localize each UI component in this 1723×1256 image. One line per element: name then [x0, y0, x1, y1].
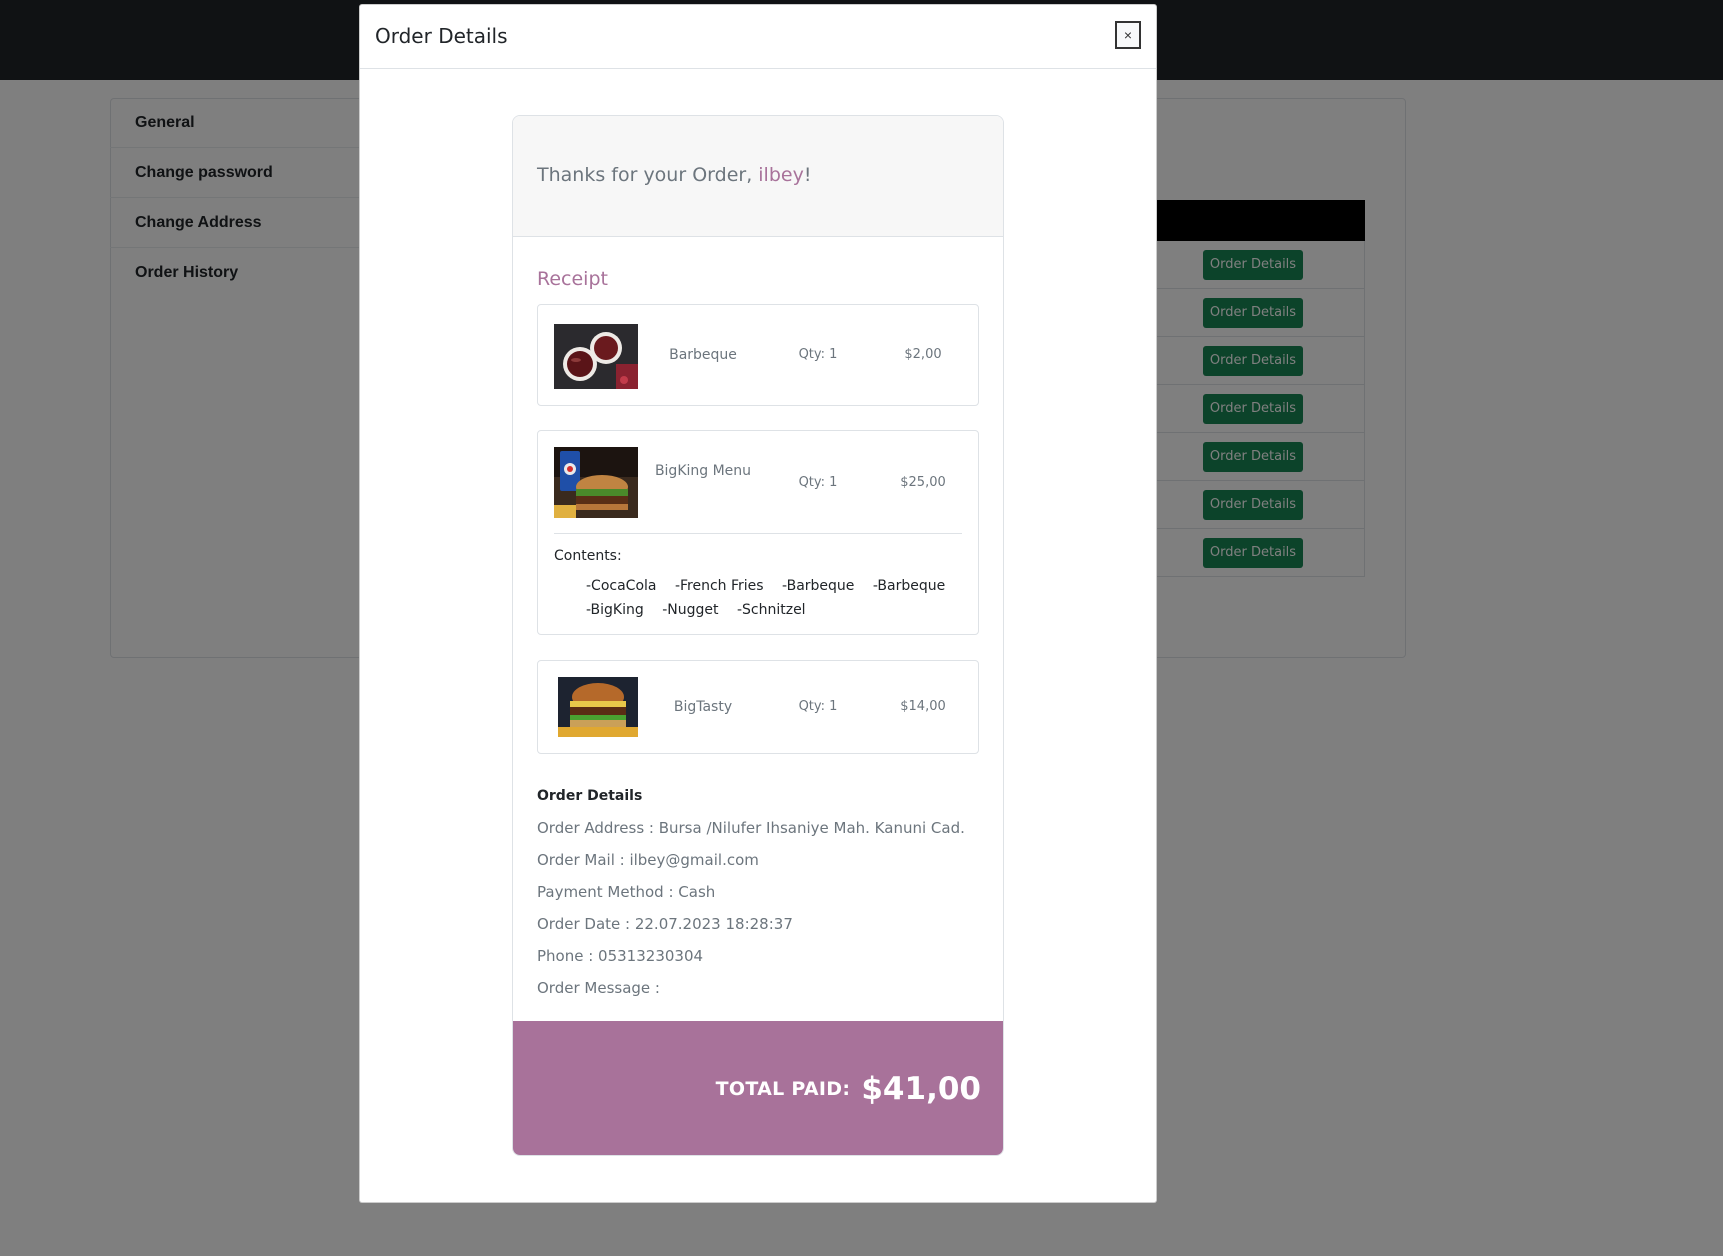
- thanks-message: Thanks for your Order, ilbey!: [537, 164, 812, 186]
- close-button[interactable]: ×: [1115, 21, 1141, 49]
- content-item: -Barbeque: [872, 578, 946, 594]
- total-bar: TOTAL PAID: $41,00: [513, 1021, 1003, 1155]
- receipt-header: Thanks for your Order, ilbey!: [513, 116, 1003, 237]
- item-quantity: Qty: 1: [798, 699, 838, 714]
- bigtasty-burger-image: [558, 677, 642, 737]
- item-name: Barbeque: [669, 347, 737, 363]
- modal-title: Order Details: [375, 24, 508, 48]
- item-name: BigKing Menu: [654, 463, 752, 479]
- receipt-item: Barbeque Qty: 1 $2,00: [537, 304, 979, 406]
- order-date: Order Date : 22.07.2023 18:28:37: [537, 915, 793, 933]
- receipt-item: BigTasty Qty: 1 $14,00: [537, 660, 979, 754]
- total-paid: TOTAL PAID: $41,00: [716, 1071, 981, 1107]
- item-price: $25,00: [900, 475, 946, 490]
- barbeque-sauce-image: [554, 324, 638, 389]
- item-price: $2,00: [904, 347, 942, 362]
- modal-header: Order Details ×: [360, 5, 1156, 69]
- payment-method: Payment Method : Cash: [537, 883, 716, 901]
- item-price: $14,00: [900, 699, 946, 714]
- content-item: -Barbeque: [782, 578, 855, 594]
- receipt-card: Thanks for your Order, ilbey! Receipt Ba…: [512, 115, 1004, 1156]
- order-details-modal: Order Details × Thanks for your Order, i…: [359, 4, 1157, 1203]
- content-item: -CocaCola: [586, 578, 657, 594]
- order-details-heading: Order Details: [537, 788, 643, 804]
- order-details-section: Order Details Order Address : Bursa /Nil…: [537, 788, 977, 1012]
- bigking-menu-image: [554, 447, 638, 518]
- content-item: -BigKing: [586, 602, 644, 618]
- receipt-title: Receipt: [537, 268, 608, 290]
- item-name: BigTasty: [673, 699, 733, 715]
- order-mail: Order Mail : ilbey@gmail.com: [537, 851, 759, 869]
- contents-label: Contents:: [554, 548, 622, 564]
- item-divider: [554, 533, 962, 534]
- user-name: ilbey: [758, 164, 804, 186]
- item-quantity: Qty: 1: [798, 475, 838, 490]
- total-label: TOTAL PAID:: [715, 1078, 851, 1100]
- order-phone: Phone : 05313230304: [537, 947, 704, 965]
- receipt-item: BigKing Menu Qty: 1 $25,00 Contents: -Co…: [537, 430, 979, 635]
- order-address: Order Address : Bursa /Nilufer Ihsaniye …: [537, 819, 965, 837]
- content-item: -Nugget: [662, 602, 719, 618]
- order-message: Order Message :: [537, 979, 660, 997]
- item-quantity: Qty: 1: [798, 347, 838, 362]
- content-item: -French Fries: [674, 578, 764, 594]
- total-amount: $41,00: [861, 1071, 981, 1107]
- content-item: -Schnitzel: [736, 602, 806, 618]
- contents-list: -CocaCola -French Fries -Barbeque -Barbe…: [586, 574, 966, 622]
